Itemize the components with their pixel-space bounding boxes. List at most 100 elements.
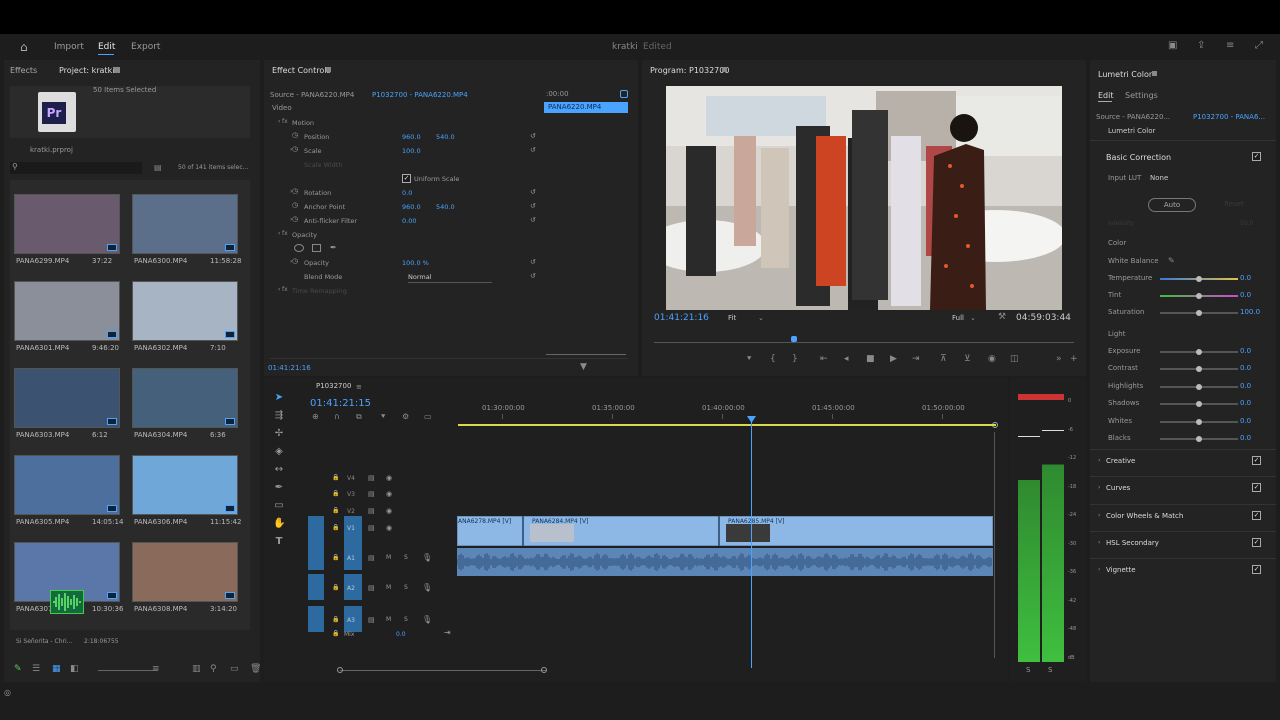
rectangle-tool-icon[interactable]: ▭ xyxy=(273,500,285,512)
mark-out-icon[interactable]: } xyxy=(792,354,798,364)
play-icon[interactable]: ▶ xyxy=(890,354,897,364)
scroll-handle[interactable] xyxy=(541,667,547,673)
slip-tool-icon[interactable]: ↔ xyxy=(273,464,285,476)
property-value[interactable]: 960.0 xyxy=(402,203,421,211)
home-icon[interactable]: ⌂ xyxy=(20,40,28,54)
property-value[interactable]: 0.00 xyxy=(402,217,416,225)
slider-knob[interactable] xyxy=(1196,293,1202,299)
property-value[interactable]: 960.0 xyxy=(402,133,421,141)
lock-icon[interactable]: 🔒 xyxy=(332,554,339,561)
mix-value[interactable]: 0.0 xyxy=(396,631,406,638)
menu-icon[interactable]: ≡ xyxy=(1226,41,1234,51)
microphone-icon[interactable]: 🎙 xyxy=(422,553,432,562)
lock-icon[interactable]: 🔒 xyxy=(332,507,339,514)
stopwatch-icon[interactable]: ◷ xyxy=(292,201,298,209)
stopwatch-icon[interactable]: ◷ xyxy=(292,145,298,153)
microphone-icon[interactable]: 🎙 xyxy=(422,583,432,592)
microphone-icon[interactable]: 🎙 xyxy=(422,615,432,624)
clip-thumbnail[interactable] xyxy=(14,368,120,428)
track-name[interactable]: V2 xyxy=(347,508,355,515)
audio-clip-track[interactable] xyxy=(457,548,993,576)
lumetri-section-header[interactable]: Color Wheels & Match xyxy=(1106,512,1183,520)
source-patch-audio[interactable] xyxy=(308,544,324,570)
lumetri-light-value[interactable]: 0.0 xyxy=(1240,347,1251,355)
linked-selection-icon[interactable]: ⧉ xyxy=(356,412,362,422)
settings-wrench-icon[interactable]: ⚒ xyxy=(998,312,1006,322)
quality-dropdown[interactable]: Full xyxy=(952,314,964,322)
property-value[interactable]: 0.0 xyxy=(402,189,412,197)
basic-correction-header[interactable]: Basic Correction xyxy=(1106,153,1171,162)
expand-arrow-icon[interactable]: › xyxy=(278,230,280,237)
program-video-frame[interactable] xyxy=(666,86,1062,310)
slider-knob[interactable] xyxy=(1196,436,1202,442)
timeline-timecode[interactable]: 01:41:21:15 xyxy=(310,398,371,409)
ec-timecode[interactable]: 01:41:21:16 xyxy=(268,364,311,372)
zoom-slider[interactable] xyxy=(98,670,158,671)
solo-left-button[interactable]: S xyxy=(1026,666,1030,674)
lock-icon[interactable]: 🔒 xyxy=(332,630,339,637)
lumetri-color-slider[interactable] xyxy=(1160,310,1238,316)
section-enable-checkbox[interactable]: ✓ xyxy=(1252,565,1261,575)
list-view-icon[interactable]: ☰ xyxy=(32,664,40,674)
stop-icon[interactable]: ■ xyxy=(866,354,875,364)
slider-knob[interactable] xyxy=(1196,401,1202,408)
pencil-icon[interactable]: ✎ xyxy=(14,664,22,674)
step-back-icon[interactable]: ◂ xyxy=(844,354,849,364)
lumetri-color-value[interactable]: 0.0 xyxy=(1240,291,1251,299)
go-to-out-icon[interactable]: ⇥ xyxy=(912,354,920,364)
reset-button[interactable]: Reset xyxy=(1210,198,1258,212)
track-name[interactable]: V3 xyxy=(347,491,355,498)
clip-thumbnail[interactable] xyxy=(14,281,120,341)
input-lut-dropdown[interactable]: None xyxy=(1150,174,1168,182)
lock-icon[interactable]: 🔒 xyxy=(332,524,339,531)
uniform-scale-checkbox[interactable]: ✓ xyxy=(402,174,411,183)
sync-lock-icon[interactable]: ▤ xyxy=(368,584,375,592)
track-select-tool-icon[interactable]: ⇶ xyxy=(273,410,285,422)
slider-knob[interactable] xyxy=(1196,349,1202,355)
sequence-tab[interactable]: P1032700 xyxy=(316,382,351,390)
search-input[interactable]: ⚲ xyxy=(10,162,142,174)
sync-lock-icon[interactable]: ▤ xyxy=(368,490,375,498)
blend-mode-dropdown[interactable]: Normal xyxy=(408,273,432,281)
extract-icon[interactable]: ⊻ xyxy=(964,354,971,364)
nest-icon[interactable]: ⊕ xyxy=(312,412,319,422)
reset-parameter-icon[interactable]: ↺ xyxy=(530,146,536,154)
property-value[interactable]: 540.0 xyxy=(436,203,455,211)
lumetri-light-slider[interactable] xyxy=(1160,383,1238,390)
lumetri-section-header[interactable]: Vignette xyxy=(1106,566,1136,574)
fit-chevron-icon[interactable]: ⌄ xyxy=(758,314,764,322)
sequence-menu-icon[interactable]: ≡ xyxy=(356,383,362,391)
color-section[interactable]: Color xyxy=(1108,239,1126,247)
property-value[interactable]: 540.0 xyxy=(436,133,455,141)
ellipse-mask-icon[interactable] xyxy=(294,244,304,252)
reset-parameter-icon[interactable]: ↺ xyxy=(530,202,536,210)
lumetri-tab-settings[interactable]: Settings xyxy=(1125,91,1158,100)
add-marker-icon[interactable]: ⯆ xyxy=(746,354,752,364)
eye-icon[interactable]: ◉ xyxy=(386,524,392,532)
comparison-view-icon[interactable]: ◫ xyxy=(1010,354,1019,364)
fullscreen-icon[interactable]: ⤢ xyxy=(1255,41,1263,51)
solo-button[interactable]: S xyxy=(404,554,408,561)
go-to-in-icon[interactable]: ⇤ xyxy=(820,354,828,364)
tab-export[interactable]: Export xyxy=(131,42,160,52)
slider-knob[interactable] xyxy=(1196,383,1202,390)
lumetri-light-slider[interactable] xyxy=(1160,349,1238,355)
find-icon[interactable]: ⚲ xyxy=(210,664,217,674)
source-patch-v1[interactable] xyxy=(308,516,324,544)
sequence-dropdown[interactable]: P1032700 - PANA6220.MP4 xyxy=(372,91,468,99)
more-controls-icon[interactable]: » xyxy=(1056,354,1062,364)
snap-icon[interactable]: ∩ xyxy=(334,412,340,422)
mute-button[interactable]: M xyxy=(386,616,391,623)
ripple-edit-tool-icon[interactable]: ✢ xyxy=(273,428,285,440)
track-name[interactable]: V1 xyxy=(347,525,355,532)
reset-parameter-icon[interactable]: ↺ xyxy=(530,216,536,224)
time-ruler[interactable]: 01:30:00:00 01:35:00:00 01:40:00:00 01:45:0… xyxy=(456,404,998,428)
section-arrow-icon[interactable]: › xyxy=(1098,457,1100,464)
stopwatch-icon[interactable]: ◷ xyxy=(292,187,298,195)
selection-tool-icon[interactable]: ➤ xyxy=(273,392,285,404)
expand-arrow-icon[interactable]: › xyxy=(278,286,280,293)
timeline-playhead[interactable] xyxy=(751,420,752,668)
new-bin-icon[interactable]: ▤ xyxy=(154,163,162,173)
folder-icon[interactable]: ▭ xyxy=(230,664,239,674)
lock-icon[interactable]: 🔒 xyxy=(332,490,339,497)
